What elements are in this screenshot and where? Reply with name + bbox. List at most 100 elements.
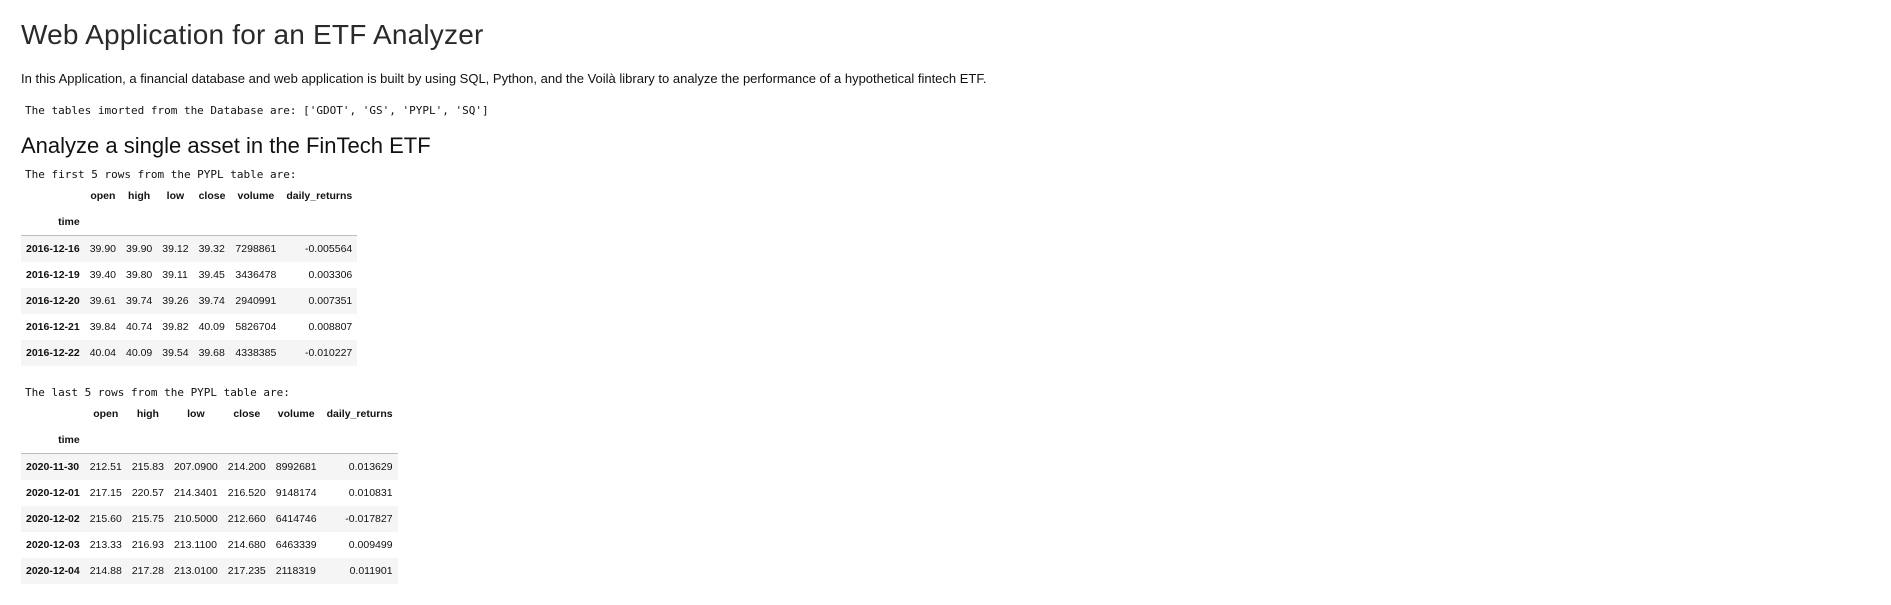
cell-volume: 4338385 [235, 347, 277, 359]
cell-daily-returns: 0.008807 [308, 321, 353, 333]
column-header-volume: volume [277, 408, 315, 420]
table-row: 2016-12-21 39.84 40.74 39.82 40.09 58267… [21, 314, 357, 340]
cell-volume: 3436478 [235, 269, 277, 281]
cell-low: 39.12 [162, 243, 189, 255]
cell-high: 215.83 [131, 461, 164, 473]
row-index: 2020-12-02 [26, 513, 80, 525]
table-row: 2020-12-01 217.15 220.57 214.3401 216.52… [21, 480, 398, 506]
cell-high: 217.28 [131, 565, 164, 577]
row-index: 2016-12-16 [26, 243, 80, 255]
cell-close: 39.68 [198, 347, 225, 359]
table-row: 2016-12-16 39.90 39.90 39.12 39.32 72988… [21, 235, 358, 262]
last-table-caption: The last 5 rows from the PYPL table are: [25, 386, 290, 399]
cell-close: 217.235 [227, 565, 266, 577]
cell-low: 213.1100 [173, 539, 217, 551]
table-row: 2016-12-19 39.40 39.80 39.11 39.45 34364… [21, 262, 357, 288]
intro-paragraph: In this Application, a financial databas… [21, 71, 987, 86]
table-row: 2020-11-30 212.51 215.83 207.0900 214.20… [21, 453, 398, 480]
first-table-caption: The first 5 rows from the PYPL table are… [25, 168, 297, 181]
cell-low: 39.11 [162, 269, 188, 281]
cell-close: 212.660 [227, 513, 266, 525]
cell-close: 39.32 [198, 243, 225, 255]
cell-close: 216.520 [227, 487, 266, 499]
cell-volume: 2118319 [275, 565, 316, 577]
row-index: 2016-12-21 [26, 321, 80, 333]
table-row: 2016-12-20 39.61 39.74 39.26 39.74 29409… [21, 288, 358, 314]
cell-high: 220.57 [131, 487, 164, 499]
cell-high: 40.09 [126, 347, 153, 359]
cell-open: 40.04 [89, 347, 116, 359]
row-index: 2016-12-19 [26, 269, 80, 281]
table-row: 2020-12-03 213.33 216.93 213.1100 214.68… [21, 532, 398, 558]
cell-open: 213.33 [89, 539, 122, 551]
cell-daily-returns: -0.005564 [304, 243, 353, 255]
index-name-label: time [58, 216, 80, 228]
cell-open: 39.84 [89, 321, 116, 333]
cell-daily-returns: 0.003306 [308, 269, 353, 281]
cell-daily-returns: -0.017827 [345, 513, 393, 525]
cell-open: 39.40 [89, 269, 116, 281]
column-header-close: close [198, 190, 226, 202]
column-header-close: close [233, 408, 261, 420]
tables-list-output: The tables imorted from the Database are… [25, 104, 489, 117]
index-name-row: time [21, 427, 398, 454]
row-index: 2020-12-01 [26, 487, 80, 499]
cell-open: 217.15 [89, 487, 122, 499]
cell-high: 216.93 [131, 539, 164, 551]
index-name-row: time [21, 209, 358, 236]
column-header-high: high [128, 190, 151, 202]
cell-open: 212.51 [89, 461, 122, 473]
section-title: Analyze a single asset in the FinTech ET… [21, 133, 431, 158]
notebook-output: Web Application for an ETF Analyzer In t… [0, 0, 1891, 584]
cell-high: 40.74 [126, 321, 153, 333]
cell-high: 39.90 [126, 243, 153, 255]
table-row: 2020-12-02 215.60 215.75 210.5000 212.66… [21, 506, 398, 532]
row-index: 2020-12-03 [26, 539, 80, 551]
column-header-volume: volume [237, 190, 275, 202]
table-header-row: open high low close volume daily_returns [21, 183, 357, 209]
cell-low: 214.3401 [173, 487, 218, 499]
cell-daily-returns: 0.011901 [349, 565, 393, 577]
cell-high: 39.74 [126, 295, 153, 307]
cell-volume: 8992681 [275, 461, 317, 473]
page-title: Web Application for an ETF Analyzer [21, 19, 484, 50]
cell-daily-returns: 0.010831 [348, 487, 393, 499]
cell-low: 39.82 [162, 321, 189, 333]
row-index: 2020-12-04 [26, 565, 80, 577]
cell-daily-returns: 0.013629 [348, 461, 393, 473]
column-header-daily-returns: daily_returns [326, 408, 393, 420]
cell-volume: 9148174 [275, 487, 317, 499]
row-index: 2016-12-22 [26, 347, 80, 359]
cell-volume: 2940991 [235, 295, 277, 307]
cell-daily-returns: 0.009499 [348, 539, 393, 551]
table-header-row: open high low close volume daily_returns [21, 401, 398, 427]
cell-low: 39.54 [162, 347, 189, 359]
cell-daily-returns: -0.010227 [304, 347, 353, 359]
cell-volume: 6463339 [275, 539, 317, 551]
cell-close: 214.680 [227, 539, 266, 551]
cell-high: 215.75 [131, 513, 164, 525]
column-header-daily-returns: daily_returns [286, 190, 353, 202]
last-rows-table: open high low close volume daily_returns… [21, 401, 398, 584]
column-header-low: low [187, 408, 205, 420]
cell-daily-returns: 0.007351 [308, 295, 353, 307]
cell-close: 39.74 [198, 295, 225, 307]
cell-close: 40.09 [198, 321, 225, 333]
index-name-label: time [58, 434, 80, 446]
cell-volume: 6414746 [275, 513, 317, 525]
column-header-open: open [93, 408, 119, 420]
header-corner [21, 401, 85, 427]
column-header-low: low [166, 190, 185, 202]
row-index: 2016-12-20 [26, 295, 80, 307]
cell-open: 39.90 [89, 243, 116, 255]
cell-close: 214.200 [227, 461, 266, 473]
cell-open: 214.88 [89, 565, 122, 577]
column-header-high: high [136, 408, 159, 420]
cell-low: 39.26 [162, 295, 189, 307]
cell-low: 210.5000 [173, 513, 218, 525]
table-row: 2020-12-04 214.88 217.28 213.0100 217.23… [21, 558, 398, 584]
cell-volume: 5826704 [235, 321, 277, 333]
header-corner [21, 183, 85, 209]
cell-low: 213.0100 [173, 565, 218, 577]
cell-volume: 7298861 [235, 243, 277, 255]
